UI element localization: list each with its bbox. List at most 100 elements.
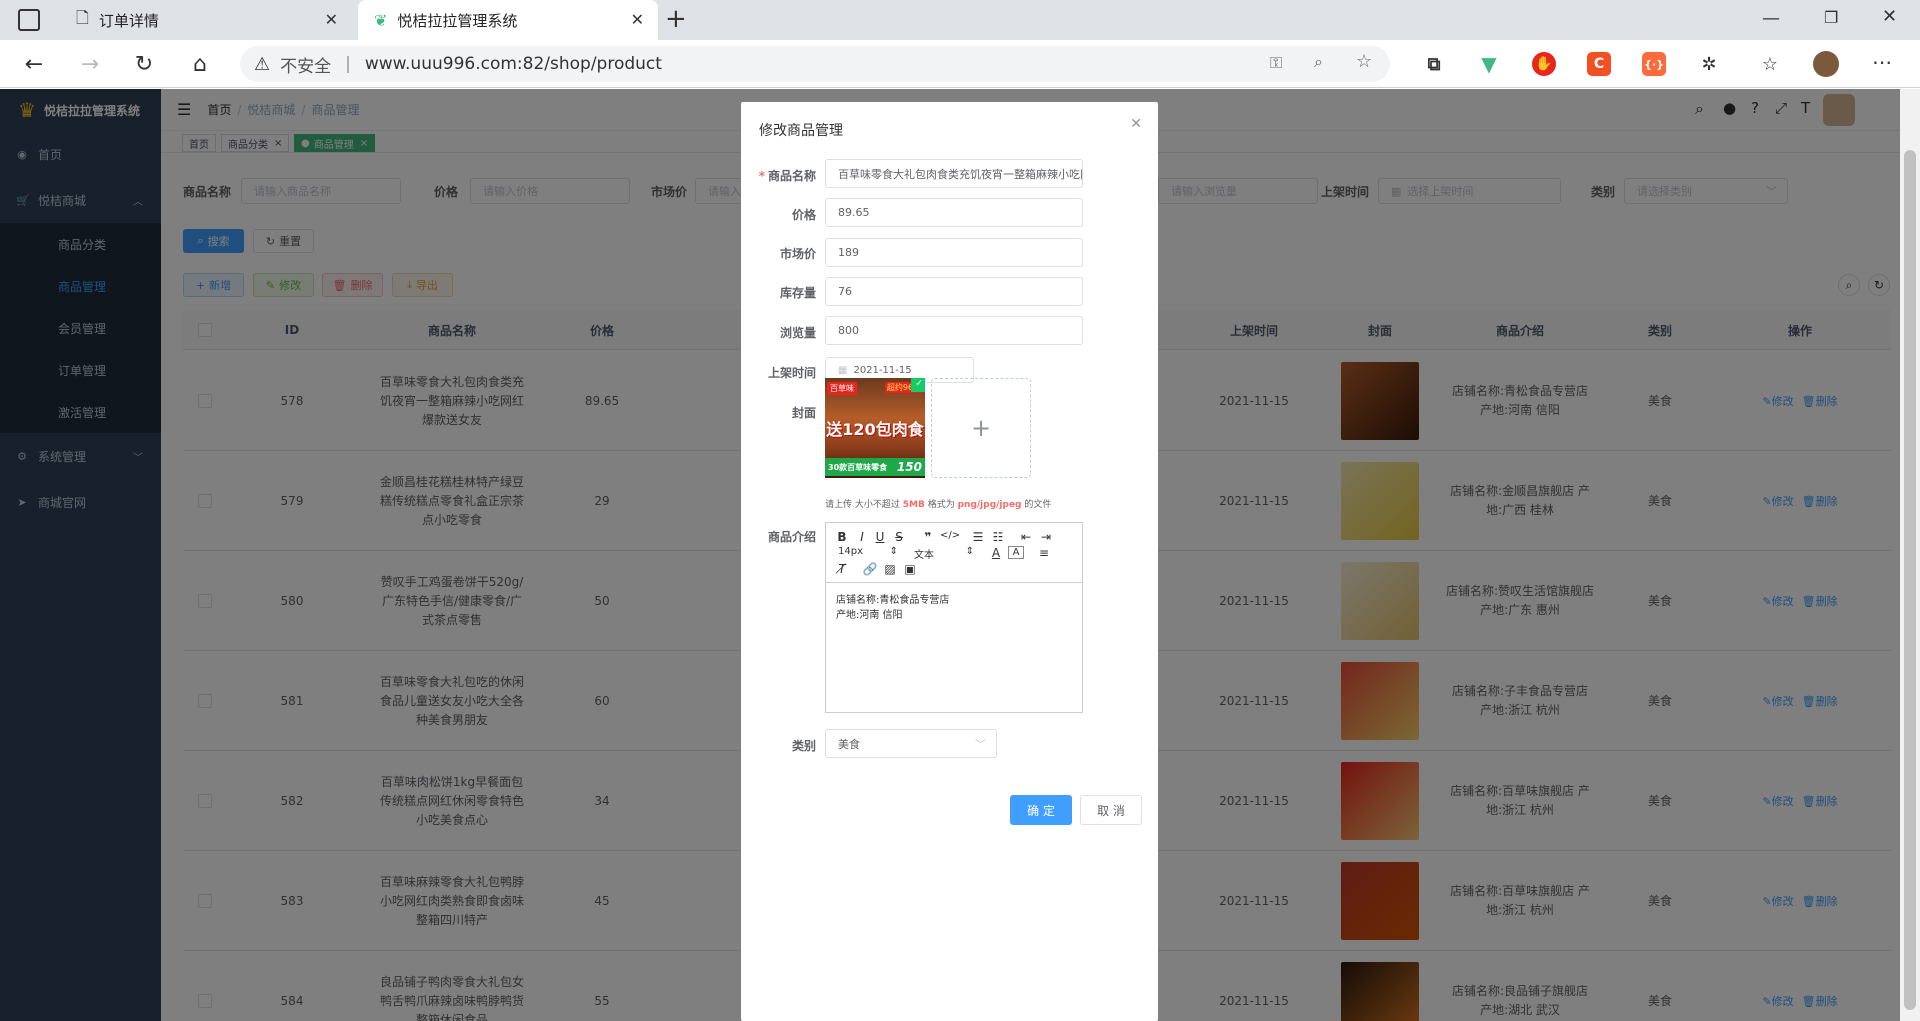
category-label: 类别	[791, 739, 816, 753]
font-size-value: 14px	[838, 546, 863, 557]
confirm-button[interactable]: 确 定	[1010, 795, 1072, 825]
image-icon[interactable]: ▨	[882, 562, 898, 576]
tip-text: 格式为	[927, 500, 955, 510]
new-tab-icon[interactable]: +	[665, 4, 687, 34]
more-icon[interactable]: ⋯	[1872, 50, 1892, 74]
ordered-list-icon[interactable]: ☰	[970, 530, 986, 544]
back-icon[interactable]: ←	[20, 50, 48, 78]
restore-icon[interactable]: ❐	[1824, 8, 1838, 27]
divider: |	[345, 54, 351, 74]
market-price-input[interactable]: 189	[825, 238, 1083, 267]
outdent-icon[interactable]: ⇤	[1018, 530, 1034, 544]
name-input[interactable]: 百草味零食大礼包肉食类充饥夜宵一整箱麻辣小吃网红爆款送女友	[825, 159, 1083, 188]
views-label: 浏览量	[779, 326, 816, 340]
updown-icon: ⇕	[889, 546, 898, 557]
updown-icon: ⇕	[965, 546, 974, 557]
font-size-select[interactable]: 14px ⇕	[838, 546, 898, 557]
content-line: 店铺名称:青松食品专营店	[836, 595, 950, 606]
price-input[interactable]: 89.65	[825, 198, 1083, 227]
indent-icon[interactable]: ⇥	[1038, 530, 1054, 544]
tab-actions-icon[interactable]	[18, 9, 40, 31]
key-icon[interactable]: ⚿	[1270, 53, 1282, 73]
cover-image[interactable]: 百草味 超约96斤 送120包肉食 30款百草味零食 150 ✓	[825, 378, 925, 478]
close-tab-icon[interactable]: ✕	[325, 10, 338, 29]
profile-avatar[interactable]	[1813, 51, 1839, 77]
reload-icon[interactable]: ↻	[130, 50, 158, 78]
bold-icon[interactable]: B	[834, 530, 850, 544]
price-badge: 150	[896, 460, 922, 474]
text-color-icon[interactable]: A	[988, 546, 1004, 560]
brand-badge: 百草味	[827, 382, 857, 395]
date-value: 2021-11-15	[853, 364, 912, 376]
vue-devtools-icon[interactable]: ▼	[1477, 52, 1501, 76]
link-icon[interactable]: 🔗	[862, 562, 878, 576]
browser-tab-order-detail[interactable]: 🗋 订单详情 ✕	[60, 0, 352, 40]
underline-icon[interactable]: U	[872, 530, 888, 544]
date-label: 上架时间	[767, 366, 816, 380]
header-value: 文本	[914, 550, 934, 561]
calendar-icon: ▦	[838, 364, 848, 376]
page-icon: 🗋	[76, 7, 89, 27]
tip-text: 的文件	[1024, 500, 1052, 510]
adblock-icon[interactable]: ✋	[1532, 52, 1556, 76]
market-price-label: 市场价	[779, 247, 816, 261]
category-value: 美食	[838, 737, 860, 751]
extension-json-icon[interactable]: {·}	[1642, 52, 1666, 76]
extension-c-icon[interactable]: C	[1587, 52, 1611, 76]
headline-text: 送120包肉食	[826, 420, 924, 439]
close-tab-icon[interactable]: ✕	[631, 10, 644, 29]
favorites-icon[interactable]: ☆	[1758, 52, 1782, 76]
check-icon: ✓	[911, 378, 925, 392]
security-label: 不安全	[280, 56, 332, 77]
zoom-icon[interactable]: ⌕	[1314, 52, 1323, 72]
site-favicon-icon: ❦	[374, 10, 388, 30]
clear-format-icon[interactable]: T̸	[834, 562, 850, 576]
chevron-down-icon: ﹀	[975, 737, 986, 751]
browser-tab-admin[interactable]: ❦ 悦桔拉拉管理系统 ✕	[358, 0, 658, 40]
required-mark: *	[758, 169, 765, 183]
tab-title: 悦桔拉拉管理系统	[397, 11, 518, 30]
italic-icon[interactable]: I	[854, 530, 870, 544]
close-icon[interactable]: ✕	[1130, 116, 1142, 132]
blockquote-icon[interactable]: ❞	[920, 530, 936, 544]
header-select[interactable]: 文本 ⇕	[914, 546, 974, 561]
favorite-add-icon[interactable]: ☆	[1356, 51, 1372, 72]
dialog-title: 修改商品管理	[759, 123, 843, 139]
background-color-icon[interactable]: A	[1008, 546, 1024, 559]
url-text: www.uuu996.com:82/shop/product	[364, 54, 662, 74]
cancel-button[interactable]: 取 消	[1080, 795, 1142, 825]
scrollbar-thumb[interactable]	[1904, 150, 1916, 1010]
tip-format: png/jpg/jpeg	[957, 500, 1022, 510]
minimize-icon[interactable]: —	[1762, 8, 1780, 29]
bottom-banner: 30款百草味零食 150	[825, 458, 925, 476]
editor-content[interactable]: 店铺名称:青松食品专营店 产地:河南 信阳	[826, 583, 1082, 712]
edit-product-dialog: 修改商品管理 ✕ *商品名称 百草味零食大礼包肉食类充饥夜宵一整箱麻辣小吃网红爆…	[741, 102, 1158, 1021]
strike-icon[interactable]: S	[891, 530, 907, 544]
category-select[interactable]: 美食 ﹀	[825, 729, 997, 758]
bullet-list-icon[interactable]: ☷	[990, 530, 1006, 544]
collections-icon[interactable]: ⧉	[1422, 52, 1446, 76]
views-input[interactable]: 800	[825, 316, 1083, 345]
editor-toolbar: B I U S ❞ </> ☰ ☷ ⇤ ⇥ 14px ⇕ 文本 ⇕ A A ≡ T̸…	[826, 523, 1082, 583]
bottom-text: 30款百草味零食	[828, 462, 888, 472]
tip-text: 请上传 大小不超过	[825, 500, 900, 510]
address-bar[interactable]: ⚠ 不安全 | www.uuu996.com:82/shop/product ⚿…	[240, 46, 1390, 82]
video-icon[interactable]: ▣	[902, 562, 918, 576]
label-text: 商品名称	[767, 169, 816, 183]
content-line: 产地:河南 信阳	[836, 610, 903, 621]
stock-label: 库存量	[779, 286, 816, 300]
upload-tip: 请上传 大小不超过 5MB 格式为 png/jpg/jpeg 的文件	[825, 497, 1051, 510]
warning-icon: ⚠	[254, 53, 271, 75]
name-label: * 商品名称	[741, 167, 816, 184]
home-icon[interactable]: ⌂	[186, 50, 214, 78]
stock-input[interactable]: 76	[825, 277, 1083, 306]
extensions-icon[interactable]: ✲	[1697, 52, 1721, 76]
rich-text-editor: B I U S ❞ </> ☰ ☷ ⇤ ⇥ 14px ⇕ 文本 ⇕ A A ≡ T̸…	[825, 522, 1083, 713]
price-label: 价格	[791, 208, 816, 222]
close-window-icon[interactable]: ✕	[1882, 6, 1897, 27]
forward-icon[interactable]: →	[76, 50, 104, 78]
upload-button[interactable]: +	[931, 378, 1031, 478]
code-icon[interactable]: </>	[940, 530, 960, 541]
plus-icon: +	[970, 414, 992, 442]
align-icon[interactable]: ≡	[1036, 546, 1052, 560]
